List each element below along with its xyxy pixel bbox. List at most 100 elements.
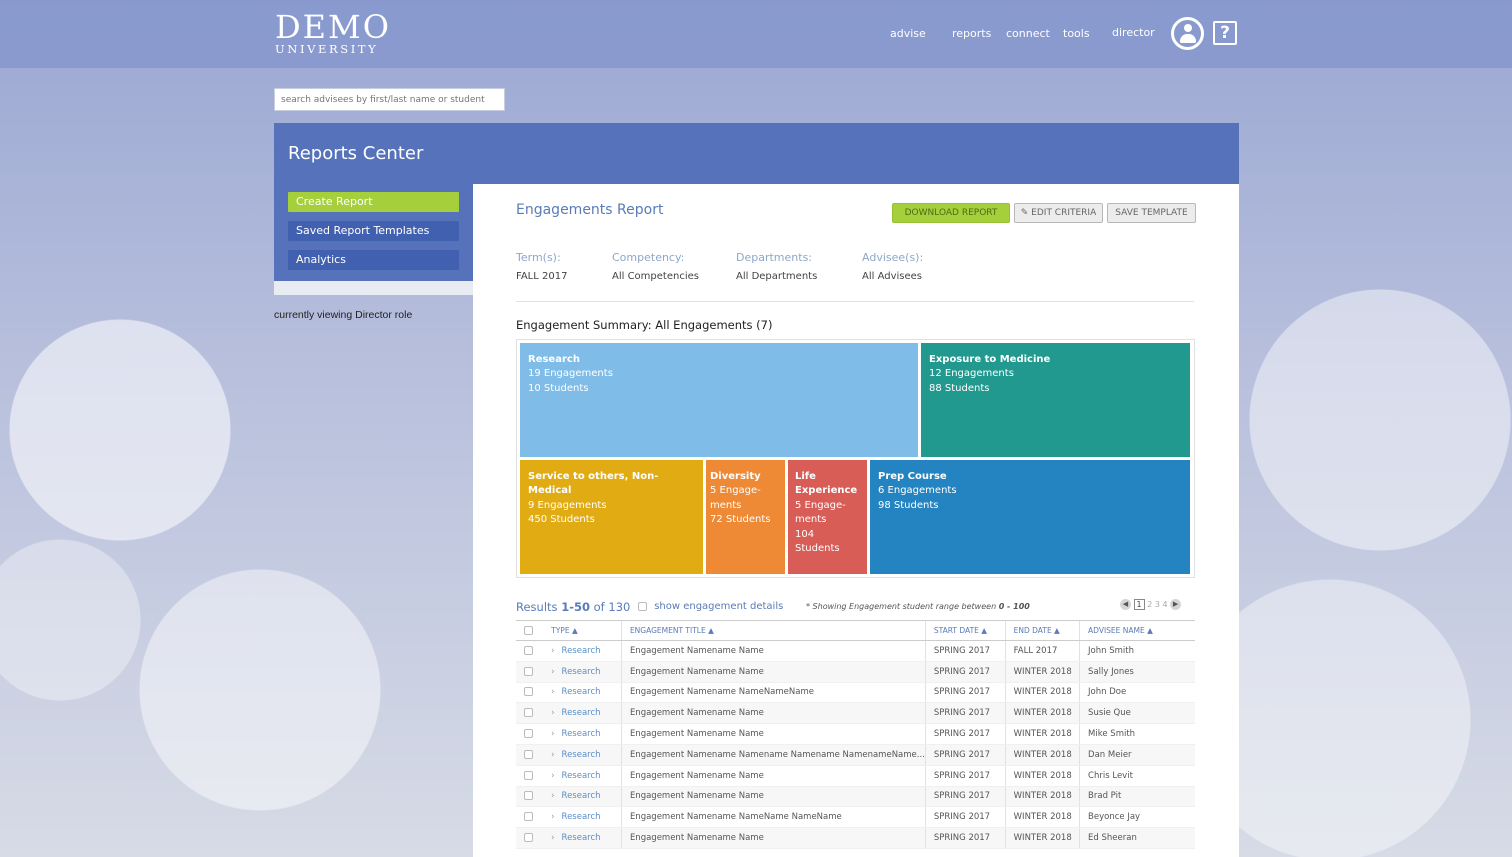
- select-all-checkbox[interactable]: [524, 626, 533, 636]
- sidebar-item-analytics[interactable]: Analytics: [288, 250, 459, 270]
- tile-students: 72 Students: [710, 514, 771, 526]
- nav-director[interactable]: director: [1112, 26, 1155, 39]
- download-report-button[interactable]: DOWNLOAD REPORT: [892, 203, 1010, 223]
- row-checkbox[interactable]: [524, 749, 533, 759]
- type-link[interactable]: Research: [562, 687, 601, 697]
- table-row[interactable]: › Research Engagement Namename Name SPRING …: [516, 702, 1195, 725]
- prev-page-icon[interactable]: ◀: [1120, 599, 1131, 610]
- row-checkbox[interactable]: [524, 791, 533, 801]
- type-cell[interactable]: › Research: [543, 640, 622, 662]
- tile-name: Research: [528, 354, 580, 365]
- start-date-cell: SPRING 2017: [924, 744, 1006, 766]
- page-1[interactable]: 1: [1133, 599, 1145, 610]
- tile-engagements: 6 Engagements: [878, 485, 957, 497]
- tile-engagements: 9 Engagements: [528, 499, 607, 511]
- table-row[interactable]: › Research Engagement Namename NameName Na…: [516, 806, 1195, 829]
- col-start-date[interactable]: START DATE ▲: [924, 620, 1006, 641]
- search-input[interactable]: [274, 88, 505, 111]
- type-cell[interactable]: › Research: [543, 827, 622, 849]
- expand-chevron-icon[interactable]: ›: [551, 667, 554, 677]
- type-link[interactable]: Research: [562, 833, 601, 843]
- start-date-cell: SPRING 2017: [924, 786, 1006, 808]
- type-link[interactable]: Research: [562, 791, 601, 801]
- page-2[interactable]: 2: [1147, 600, 1152, 609]
- type-link[interactable]: Research: [562, 771, 601, 781]
- row-checkbox[interactable]: [524, 708, 533, 718]
- treemap-tile-diversity[interactable]: Diversity 5 Engage-ments 72 Students: [706, 460, 785, 574]
- expand-chevron-icon[interactable]: ›: [551, 812, 554, 822]
- table-header-row: TYPE ▲ ENGAGEMENT TITLE ▲ START DATE ▲ E…: [516, 620, 1195, 641]
- results-prefix: Results: [516, 600, 562, 614]
- end-date-cell: WINTER 2018: [1004, 744, 1080, 766]
- type-link[interactable]: Research: [562, 708, 601, 718]
- treemap-tile-research[interactable]: Research 19 Engagements 10 Students: [520, 343, 918, 457]
- type-link[interactable]: Research: [562, 750, 601, 760]
- sidebar-item-create-report[interactable]: Create Report: [288, 192, 459, 212]
- table-row[interactable]: › Research Engagement Namename Name SPRING …: [516, 786, 1195, 808]
- expand-chevron-icon[interactable]: ›: [551, 687, 554, 697]
- university-logo[interactable]: DEMO UNIVERSITY: [275, 10, 391, 55]
- col-advisee-name[interactable]: ADVISEE NAME ▲: [1079, 620, 1195, 641]
- expand-chevron-icon[interactable]: ›: [551, 771, 554, 781]
- table-row[interactable]: › Research Engagement Namename NameNameNam…: [516, 682, 1195, 704]
- col-engagement-title[interactable]: ENGAGEMENT TITLE ▲: [620, 620, 926, 641]
- help-icon[interactable]: ?: [1213, 21, 1237, 45]
- type-cell[interactable]: › Research: [543, 682, 622, 704]
- treemap-tile-service-to-others[interactable]: Service to others, Non-Medical 9 Engagem…: [520, 460, 703, 574]
- top-bar: DEMO UNIVERSITY advise reports connect t…: [0, 0, 1512, 68]
- row-checkbox[interactable]: [524, 645, 533, 655]
- sidebar-item-saved-report-templates[interactable]: Saved Report Templates: [288, 221, 459, 241]
- nav-reports[interactable]: reports: [952, 27, 991, 40]
- row-checkbox[interactable]: [524, 729, 533, 739]
- treemap-tile-exposure-to-medicine[interactable]: Exposure to Medicine 12 Engagements 88 S…: [921, 343, 1190, 457]
- type-cell[interactable]: › Research: [543, 786, 622, 808]
- expand-chevron-icon[interactable]: ›: [551, 750, 554, 760]
- type-link[interactable]: Research: [562, 729, 601, 739]
- show-details-checkbox[interactable]: [638, 601, 647, 611]
- col-end-date[interactable]: END DATE ▲: [1004, 620, 1080, 641]
- type-link[interactable]: Research: [562, 646, 601, 656]
- type-link[interactable]: Research: [562, 812, 601, 822]
- table-row[interactable]: › Research Engagement Namename Name SPRING …: [516, 640, 1195, 662]
- type-cell[interactable]: › Research: [543, 744, 622, 766]
- expand-chevron-icon[interactable]: ›: [551, 729, 554, 739]
- row-checkbox[interactable]: [524, 770, 533, 780]
- expand-chevron-icon[interactable]: ›: [551, 708, 554, 718]
- expand-chevron-icon[interactable]: ›: [551, 646, 554, 656]
- edit-criteria-button[interactable]: ✎ EDIT CRITERIA: [1014, 203, 1103, 223]
- type-cell[interactable]: › Research: [543, 661, 622, 683]
- tile-name: Diversity: [710, 471, 761, 482]
- treemap-tile-life-experience[interactable]: Life Experience 5 Engage-ments 104 Stude…: [788, 460, 867, 574]
- table-row[interactable]: › Research Engagement Namename Name SPRING …: [516, 661, 1195, 683]
- type-link[interactable]: Research: [562, 667, 601, 677]
- type-cell[interactable]: › Research: [543, 806, 622, 829]
- tile-students: 450 Students: [528, 514, 595, 526]
- show-details-toggle[interactable]: show engagement details: [638, 601, 783, 612]
- row-checkbox[interactable]: [524, 687, 533, 697]
- row-checkbox[interactable]: [524, 812, 533, 822]
- expand-chevron-icon[interactable]: ›: [551, 833, 554, 843]
- nav-connect[interactable]: connect: [1006, 27, 1050, 40]
- row-checkbox[interactable]: [524, 833, 533, 843]
- engagement-treemap: Research 19 Engagements 10 Students Expo…: [516, 339, 1195, 578]
- table-row[interactable]: › Research Engagement Namename Namename Na…: [516, 744, 1195, 766]
- type-cell[interactable]: › Research: [543, 765, 622, 787]
- row-checkbox[interactable]: [524, 666, 533, 676]
- treemap-tile-prep-course[interactable]: Prep Course 6 Engagements 98 Students: [870, 460, 1190, 574]
- type-cell[interactable]: › Research: [543, 723, 622, 745]
- next-page-icon[interactable]: ▶: [1170, 599, 1182, 610]
- engagement-title-cell: Engagement Namename Name: [620, 827, 926, 849]
- nav-advise[interactable]: advise: [890, 27, 926, 40]
- page-4[interactable]: 4: [1162, 600, 1167, 609]
- type-cell[interactable]: › Research: [543, 702, 622, 725]
- nav-tools[interactable]: tools: [1063, 27, 1090, 40]
- page-3[interactable]: 3: [1155, 600, 1160, 609]
- table-row[interactable]: › Research Engagement Namename Name SPRING …: [516, 723, 1195, 745]
- expand-chevron-icon[interactable]: ›: [551, 791, 554, 801]
- table-row[interactable]: › Research Engagement Namename Name SPRING …: [516, 827, 1195, 849]
- col-type[interactable]: TYPE ▲: [543, 620, 622, 641]
- table-row[interactable]: › Research Engagement Namename Name SPRING …: [516, 765, 1195, 787]
- user-circle-icon[interactable]: [1171, 17, 1204, 50]
- save-template-button[interactable]: SAVE TEMPLATE: [1107, 203, 1196, 223]
- criteria-competency-label: Competency:: [612, 251, 685, 264]
